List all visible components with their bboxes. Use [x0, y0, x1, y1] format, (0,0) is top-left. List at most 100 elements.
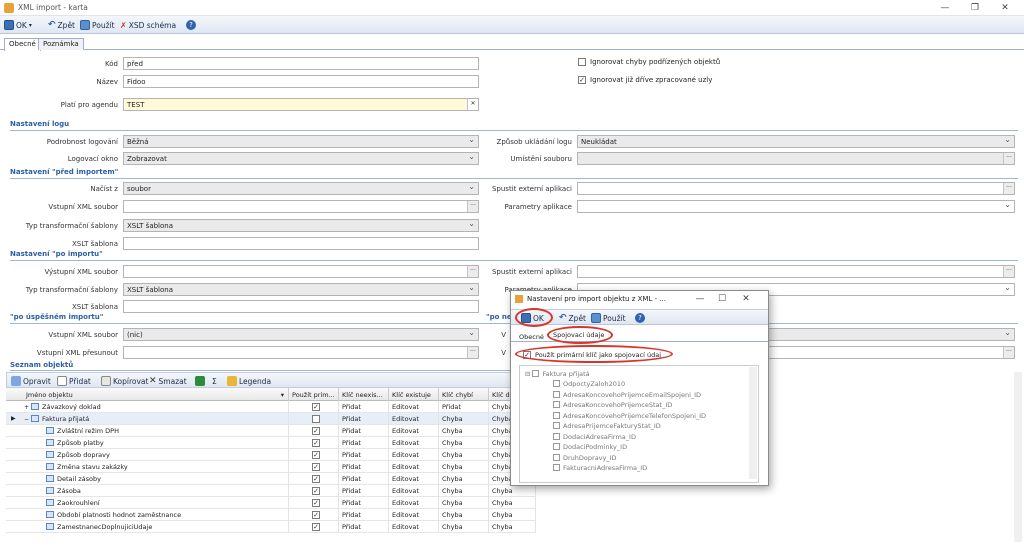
use-primary-checkbox[interactable]: ✓ — [312, 439, 320, 447]
log-detail-select[interactable]: Běžná — [123, 135, 479, 148]
help-button[interactable]: ? — [186, 19, 196, 31]
table-row[interactable]: Období platnosti hodnot zaměstnance ✓ Přid… — [6, 509, 536, 521]
clear-icon[interactable]: ✕ — [467, 99, 478, 110]
external-app-input[interactable]: ··· — [577, 182, 1015, 195]
key-missing-cell[interactable]: Přidat — [339, 461, 389, 473]
tree-root[interactable]: ⊟ Faktura přijatá — [525, 370, 590, 378]
tree-item[interactable]: DruhDopravy_ID — [553, 453, 617, 462]
browse-button[interactable]: ··· — [467, 266, 478, 277]
expand-icon[interactable]: + — [24, 404, 29, 411]
close-button[interactable]: ✕ — [998, 3, 1012, 13]
use-primary-checkbox[interactable]: ✓ — [312, 451, 320, 459]
key-exists-cell[interactable]: Editovat — [389, 401, 439, 413]
table-row[interactable]: ▶ − Faktura přijatá Přidat Editovat Chyba Chyb… — [6, 413, 536, 425]
table-row[interactable]: Způsob dopravy ✓ Přidat Editovat Chyba Chyba — [6, 449, 536, 461]
tab-general[interactable]: Obecné — [4, 38, 41, 51]
tree-checkbox[interactable] — [553, 453, 560, 461]
use-primary-checkbox[interactable] — [312, 415, 320, 423]
column-header-primary[interactable]: Použít prim... — [289, 388, 339, 401]
agenda-input[interactable]: TEST ✕ — [123, 98, 479, 111]
table-row[interactable]: + Závazkový doklad ✓ Přidat Editovat Přidat Ch… — [6, 401, 536, 413]
browse-button[interactable]: ··· — [1003, 347, 1014, 358]
key-missing-cell[interactable]: Přidat — [339, 425, 389, 437]
use-primary-checkbox[interactable]: ✓ — [312, 427, 320, 435]
use-primary-checkbox[interactable]: ✓ — [312, 511, 320, 519]
key-absent-cell[interactable]: Přidat — [439, 401, 489, 413]
key-absent-cell[interactable]: Chyba — [439, 485, 489, 497]
log-window-select[interactable]: Zobrazovat — [123, 152, 479, 165]
key-exists-cell[interactable]: Editovat — [389, 449, 439, 461]
key-dup-cell[interactable]: Chyba — [489, 497, 536, 509]
success-input-select[interactable]: (nic) — [123, 328, 479, 341]
tree-checkbox[interactable] — [553, 401, 560, 408]
back-button[interactable]: ↶ Zpět — [48, 19, 75, 31]
edit-button[interactable]: Opravit — [11, 375, 51, 387]
add-button[interactable]: Přidat — [57, 375, 91, 387]
use-button[interactable]: Použít — [80, 19, 115, 31]
key-absent-cell[interactable]: Chyba — [439, 437, 489, 449]
use-primary-checkbox[interactable]: ✓ — [312, 463, 320, 471]
key-exists-cell[interactable]: Editovat — [389, 461, 439, 473]
filter-icon[interactable]: ▾ — [281, 391, 284, 399]
minimize-button[interactable]: — — [938, 3, 952, 13]
tree-checkbox[interactable] — [553, 432, 560, 440]
use-primary-checkbox[interactable]: ✓ — [312, 487, 320, 495]
key-missing-cell[interactable]: Přidat — [339, 413, 389, 425]
key-absent-cell[interactable]: Chyba — [439, 497, 489, 509]
key-absent-cell[interactable]: Chyba — [439, 449, 489, 461]
app-params-select[interactable] — [577, 200, 1015, 213]
key-dup-cell[interactable]: Chyba — [489, 521, 536, 533]
name-input[interactable]: Fidoo — [123, 75, 479, 88]
column-header-key-absent[interactable]: Klíč chybí — [439, 388, 489, 401]
key-missing-cell[interactable]: Přidat — [339, 437, 389, 449]
key-missing-cell[interactable]: Přidat — [339, 473, 389, 485]
column-header-name[interactable]: Jméno objektu ▾ — [6, 388, 289, 401]
delete-button[interactable]: ✕ Smazat — [149, 375, 187, 387]
table-row[interactable]: Detail zásoby ✓ Přidat Editovat Chyba Chyba — [6, 473, 536, 485]
tree-item[interactable]: AdresaKoncovehoPrijemceStat_ID — [553, 401, 672, 409]
use-primary-checkbox[interactable]: ✓ — [312, 403, 320, 411]
key-exists-cell[interactable]: Editovat — [389, 413, 439, 425]
use-primary-checkbox[interactable]: ✓ — [312, 499, 320, 507]
table-row[interactable]: Zvláštní režim DPH ✓ Přidat Editovat Chyba Ch… — [6, 425, 536, 437]
xslt-template-input[interactable] — [123, 300, 479, 313]
template-type-select[interactable]: XSLT šablona — [123, 219, 479, 232]
column-header-key-exists[interactable]: Klíč existuje — [389, 388, 439, 401]
browse-button[interactable]: ··· — [1003, 266, 1014, 277]
table-row[interactable]: Způsob platby ✓ Přidat Editovat Chyba Chyba — [6, 437, 536, 449]
key-dup-cell[interactable]: Chyba — [489, 485, 536, 497]
copy-button[interactable]: Kopírovat — [101, 375, 148, 387]
input-xml-input[interactable]: ··· — [123, 200, 479, 213]
key-missing-cell[interactable]: Přidat — [339, 521, 389, 533]
key-missing-cell[interactable]: Přidat — [339, 449, 389, 461]
dialog-use-button[interactable]: Použít — [591, 312, 626, 324]
dialog-close-button[interactable]: ✕ — [739, 294, 753, 304]
code-input[interactable]: před — [123, 57, 479, 70]
browse-button[interactable]: ··· — [467, 201, 478, 212]
tab-note[interactable]: Poznámka — [38, 38, 84, 50]
key-absent-cell[interactable]: Chyba — [439, 461, 489, 473]
ok-button[interactable]: OK ▾ — [4, 19, 32, 31]
key-absent-cell[interactable]: Chyba — [439, 425, 489, 437]
move-xml-input[interactable]: ··· — [123, 346, 479, 359]
browse-button[interactable]: ··· — [1003, 153, 1014, 164]
key-absent-cell[interactable]: Chyba — [439, 473, 489, 485]
xsd-schema-button[interactable]: ✗ XSD schéma — [120, 19, 176, 31]
template-type-select[interactable]: XSLT šablona — [123, 283, 479, 296]
key-absent-cell[interactable]: Chyba — [439, 521, 489, 533]
use-primary-checkbox[interactable]: ✓ — [312, 523, 320, 531]
dialog-help-button[interactable]: ? — [635, 312, 645, 324]
xslt-template-input[interactable] — [123, 237, 479, 250]
key-exists-cell[interactable]: Editovat — [389, 437, 439, 449]
key-missing-cell[interactable]: Přidat — [339, 509, 389, 521]
scrollbar[interactable] — [749, 367, 757, 479]
tree-checkbox[interactable] — [553, 390, 560, 398]
excel-button[interactable] — [195, 375, 205, 387]
log-save-select[interactable]: Neukládat — [577, 135, 1015, 148]
tree-item[interactable]: OdpoctyZaloh2010 — [553, 380, 625, 388]
ignore-processed-checkbox[interactable]: ✓ — [578, 76, 586, 84]
tree-item[interactable]: AdresaPrijemceFakturyStat_ID — [553, 422, 661, 430]
load-from-select[interactable]: soubor — [123, 182, 479, 195]
table-row[interactable]: Zásoba ✓ Přidat Editovat Chyba Chyba — [6, 485, 536, 497]
tree-checkbox[interactable] — [553, 411, 560, 419]
